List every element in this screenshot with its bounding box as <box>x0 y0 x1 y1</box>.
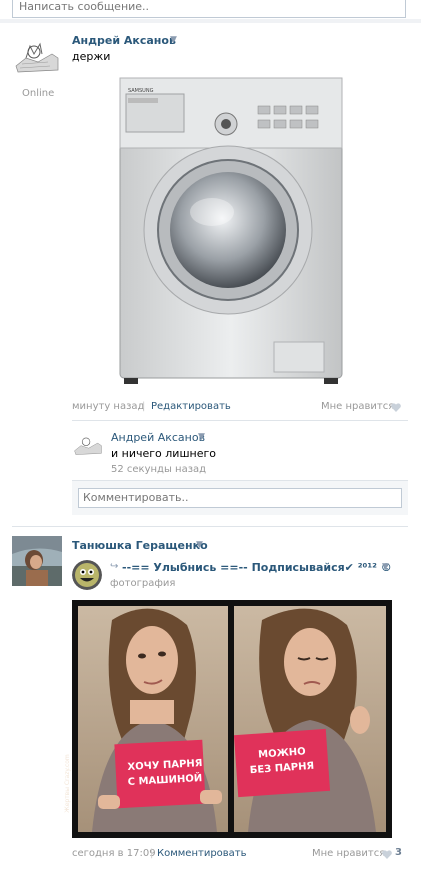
repost-photo[interactable]: ХОЧУ ПАРНЯ С МАШИНОЙ МОЖНО БЕЗ ПАРНЯ Жер… <box>64 600 392 838</box>
avatar[interactable] <box>12 36 62 78</box>
author-menu-arrow-icon[interactable]: ▼ <box>170 35 177 45</box>
like-label[interactable]: Мне нравится <box>312 848 385 859</box>
repost-source[interactable]: --== Улыбнись ==-- Подписывайся✔ ²⁰¹² © <box>122 561 392 574</box>
comment-input-placeholder: Комментировать.. <box>83 491 189 504</box>
repost-menu-arrow-icon[interactable]: ▼ <box>382 562 389 572</box>
repost-type: фотография <box>110 578 176 589</box>
top-input-shadow <box>0 19 421 23</box>
message-input[interactable]: Написать сообщение.. <box>12 0 406 18</box>
footer-divider: | <box>150 848 154 859</box>
post-separator <box>12 526 408 527</box>
comment-avatar[interactable] <box>72 430 104 460</box>
author-menu-arrow-icon[interactable]: ▼ <box>196 540 203 550</box>
photo-watermark: Жертвы Crazy.com <box>63 754 71 813</box>
comment-input[interactable]: Комментировать.. <box>78 488 402 508</box>
message-input-placeholder: Написать сообщение.. <box>19 0 150 13</box>
comment-author[interactable]: Андрей Аксанов <box>111 431 205 444</box>
like-count: 3 <box>395 847 402 858</box>
heart-icon[interactable] <box>391 402 401 415</box>
post-time[interactable]: сегодня в 17:09 <box>72 848 156 859</box>
repost-avatar[interactable] <box>72 560 102 590</box>
post-author[interactable]: Танюшка Геращенко <box>72 539 208 552</box>
repost-arrow-icon: ↪ <box>110 561 119 572</box>
comments-separator <box>72 420 408 421</box>
post-text: держи <box>72 50 111 63</box>
comment-link[interactable]: Комментировать <box>157 848 247 859</box>
footer-divider: | <box>142 401 146 412</box>
post-time[interactable]: минуту назад <box>72 401 144 412</box>
comment-text: и ничего лишнего <box>111 447 216 460</box>
washing-machine-image[interactable]: SAMSUNG <box>112 72 357 390</box>
heart-icon[interactable] <box>382 849 392 862</box>
comment-time[interactable]: 52 секунды назад <box>111 464 206 475</box>
post-author[interactable]: Андрей Аксанов <box>72 34 176 47</box>
avatar[interactable] <box>12 536 62 586</box>
edit-link[interactable]: Редактировать <box>151 401 231 412</box>
comment-author-menu-icon[interactable]: ▼ <box>198 432 205 442</box>
online-status: Online <box>22 88 55 99</box>
like-label[interactable]: Мне нравится <box>321 401 394 412</box>
svg-text:SAMSUNG: SAMSUNG <box>128 88 154 94</box>
